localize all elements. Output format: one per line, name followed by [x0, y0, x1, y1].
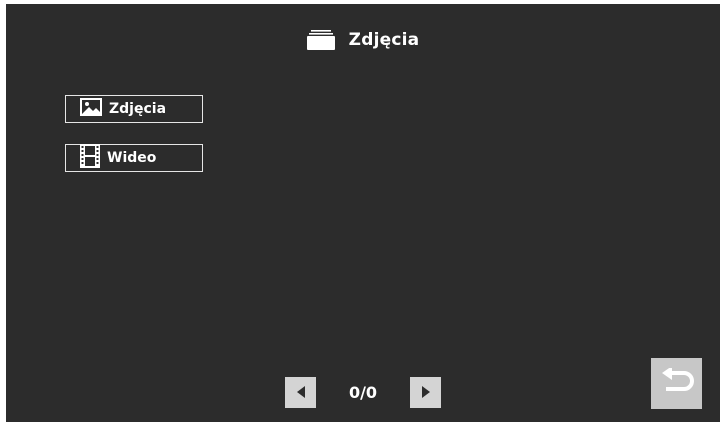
- page-title: Zdjęcia: [348, 30, 420, 50]
- back-button[interactable]: [651, 358, 702, 409]
- photos-button[interactable]: Zdjęcia: [65, 95, 203, 123]
- return-arrow-icon: [660, 365, 694, 400]
- image-icon: [80, 98, 102, 120]
- next-page-button[interactable]: [410, 377, 441, 408]
- film-strip-icon: [80, 144, 100, 172]
- page-counter: 0/0: [348, 383, 378, 402]
- videos-button[interactable]: Wideo: [65, 144, 203, 172]
- pager: 0/0: [285, 377, 441, 408]
- photos-button-label: Zdjęcia: [109, 101, 167, 117]
- prev-page-button[interactable]: [285, 377, 316, 408]
- photo-stack-icon: [306, 29, 335, 51]
- screen: Zdjęcia Zdjęcia Wideo 0/0: [6, 4, 720, 422]
- header: Zdjęcia: [6, 26, 720, 54]
- triangle-right-icon: [421, 383, 431, 402]
- triangle-left-icon: [296, 383, 306, 402]
- videos-button-label: Wideo: [107, 150, 157, 166]
